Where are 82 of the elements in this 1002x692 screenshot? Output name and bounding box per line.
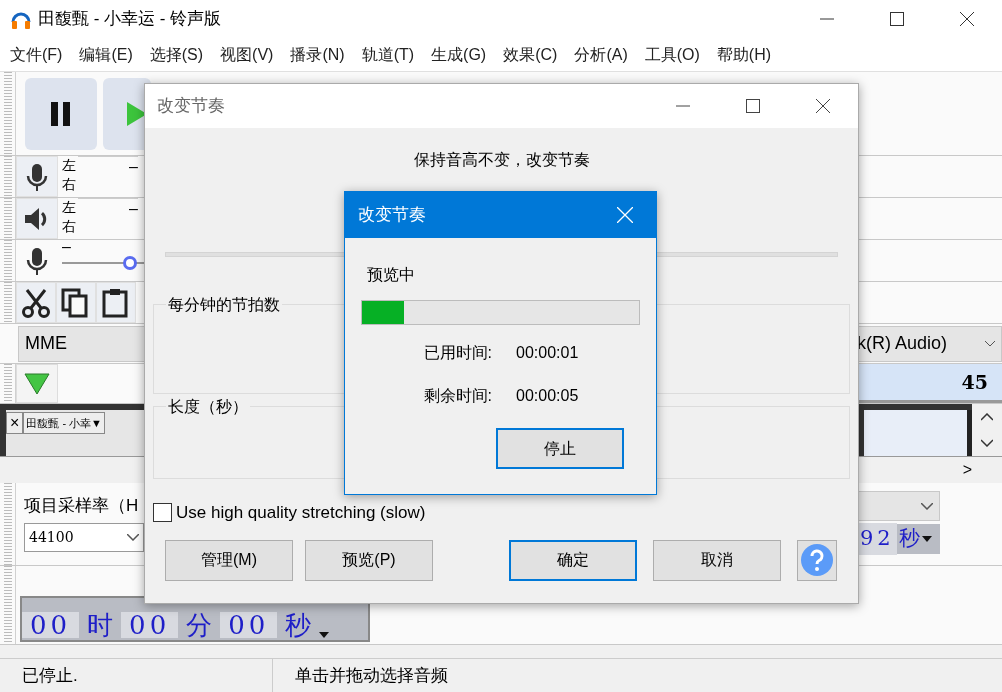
microphone-button[interactable]	[16, 156, 58, 197]
menu-item[interactable]: 生成(G)	[431, 42, 487, 67]
close-icon	[816, 99, 830, 113]
time-unit: 时	[86, 612, 115, 638]
dialog-button[interactable]: 确定	[509, 539, 637, 581]
timeline-ruler[interactable]: 45	[858, 364, 1002, 403]
menu-item[interactable]: 效果(C)	[503, 42, 558, 67]
dialog-title: 改变节奏	[358, 204, 426, 227]
time-unit: 秒	[284, 612, 313, 638]
paste-button[interactable]	[96, 282, 136, 323]
channel-label: 左	[62, 198, 76, 217]
cut-button[interactable]	[16, 282, 56, 323]
caret-down-icon	[921, 536, 932, 542]
time-value: 00:00:05	[516, 386, 579, 406]
ruler-label: 45	[961, 369, 988, 395]
selection-time-display[interactable]: 92 秒	[858, 524, 940, 554]
copy-icon	[61, 287, 91, 318]
dialog-button[interactable]: 取消	[653, 539, 781, 581]
time-field: 秒	[896, 523, 922, 555]
track-close-button[interactable]: ×	[6, 412, 24, 434]
chevron-up-icon[interactable]	[981, 413, 993, 421]
slider-label: –	[62, 240, 72, 254]
pause-icon	[51, 102, 71, 126]
track-menu-button[interactable]: 田馥甄 - 小幸▼	[23, 412, 105, 434]
time-value: 00:00:01	[516, 343, 579, 363]
time-field: 92	[858, 523, 897, 555]
record-meter-button[interactable]	[16, 364, 58, 403]
dialog-title: 改变节奏	[157, 95, 225, 118]
menu-item[interactable]: 播录(N)	[290, 42, 345, 67]
menu-item[interactable]: 文件(F)	[10, 42, 63, 67]
scroll-right-arrow[interactable]: >	[962, 458, 972, 482]
time-unit: 分	[185, 612, 214, 638]
caret-down-icon	[319, 632, 330, 638]
clipboard-icon	[101, 287, 131, 318]
time-value: 00	[22, 612, 80, 638]
channel-label: 左	[62, 156, 76, 175]
checkbox-label: Use high quality stretching (slow)	[176, 502, 426, 524]
menu-item[interactable]: 选择(S)	[149, 42, 204, 67]
status-text: 单击并拖动选择音频	[294, 665, 449, 687]
copy-button[interactable]	[56, 282, 96, 323]
menu-item[interactable]: 视图(V)	[220, 42, 274, 67]
triangle-down-icon	[24, 372, 50, 395]
menu-item[interactable]: 编辑(E)	[79, 42, 133, 67]
time-value: 00	[220, 612, 278, 638]
channel-label: 右	[62, 175, 76, 194]
chevron-down-icon	[127, 533, 139, 541]
window-title: 田馥甄 - 小幸运 - 铃声版	[38, 8, 222, 31]
help-icon	[801, 544, 833, 576]
menu-item[interactable]: 工具(O)	[644, 42, 700, 67]
chevron-down-icon	[921, 502, 933, 510]
dialog-button[interactable]: 管理(M)	[165, 539, 293, 581]
menu-item[interactable]: 帮助(H)	[716, 42, 772, 67]
dialog-heading: 保持音高不变，改变节奏	[412, 150, 591, 170]
status-text: 已停止.	[0, 659, 273, 692]
help-button[interactable]	[797, 539, 837, 581]
stop-button[interactable]: 停止	[496, 428, 624, 469]
rate-dropdown[interactable]: 44100	[24, 522, 144, 552]
snap-dropdown[interactable]	[858, 491, 940, 521]
play-icon	[127, 102, 147, 126]
channel-label: 右	[62, 217, 76, 236]
time-label: 剩余时间:	[422, 386, 492, 406]
maximize-icon	[746, 99, 760, 113]
slider-thumb[interactable]	[122, 256, 137, 270]
menu-item[interactable]: 轨道(T)	[361, 42, 415, 67]
close-icon	[617, 207, 633, 223]
time-label: 已用时间:	[422, 343, 492, 363]
meter-reading: –	[78, 156, 138, 176]
close-icon	[960, 12, 974, 26]
menu-item[interactable]: 分析(A)	[574, 42, 628, 67]
checkbox[interactable]	[153, 503, 172, 523]
speaker-button[interactable]	[16, 198, 58, 239]
maximize-icon	[890, 12, 904, 26]
chevron-down-icon[interactable]	[981, 439, 993, 447]
meter-reading: –	[78, 198, 138, 218]
chevron-down-icon	[985, 340, 995, 347]
pause-button[interactable]	[25, 78, 97, 150]
scissors-icon	[21, 287, 51, 318]
progress-status: 预览中	[367, 265, 416, 285]
rate-value: 44100	[29, 527, 74, 547]
time-value: 00	[121, 612, 179, 638]
dialog-button[interactable]: 预览(P)	[305, 539, 433, 581]
rate-label: 项目采样率（H	[24, 495, 140, 517]
